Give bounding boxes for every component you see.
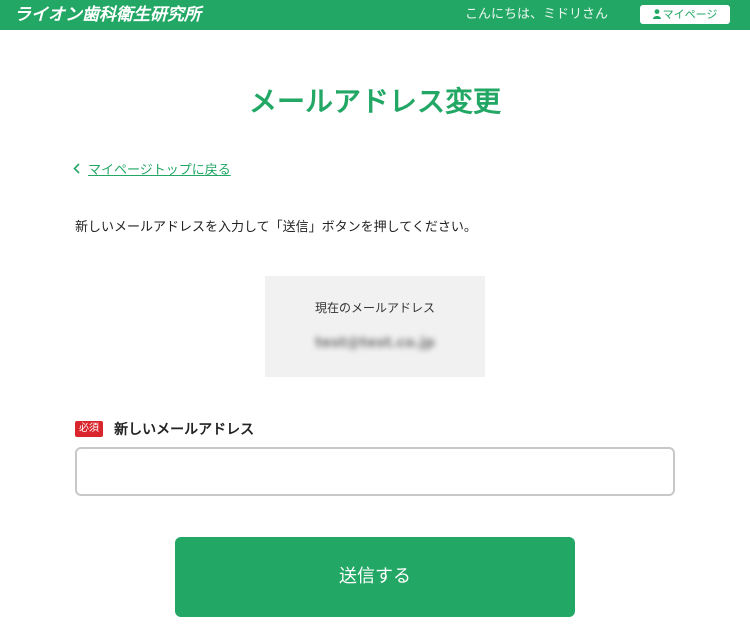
current-email-label: 現在のメールアドレス xyxy=(314,301,435,315)
current-email-panel: 現在のメールアドレス test@test.co.jp xyxy=(265,276,485,377)
mypage-button[interactable]: マイページ xyxy=(640,5,730,24)
site-header: ライオン歯科衛生研究所 こんにちは、ミドリさん マイページ xyxy=(0,0,750,30)
required-badge: 必須 xyxy=(75,420,103,437)
current-email-value: test@test.co.jp xyxy=(315,335,435,351)
instruction-text: 新しいメールアドレスを入力して「送信」ボタンを押してください。 xyxy=(75,220,477,235)
new-email-label-row: 必須 新しいメールアドレス xyxy=(75,418,254,438)
mypage-button-label: マイページ xyxy=(662,8,718,21)
site-logo[interactable]: ライオン歯科衛生研究所 xyxy=(14,4,201,26)
back-link-label: マイページトップに戻る xyxy=(88,163,231,178)
back-to-mypage-link[interactable]: マイページトップに戻る xyxy=(73,161,231,180)
new-email-input[interactable] xyxy=(75,447,675,496)
new-email-label: 新しいメールアドレス xyxy=(114,421,255,438)
chevron-left-icon xyxy=(73,161,80,179)
submit-button[interactable]: 送信する xyxy=(175,537,575,617)
page-title: メールアドレス変更 xyxy=(248,85,501,118)
user-greeting: こんにちは、ミドリさん xyxy=(465,7,609,22)
user-icon xyxy=(652,6,661,25)
